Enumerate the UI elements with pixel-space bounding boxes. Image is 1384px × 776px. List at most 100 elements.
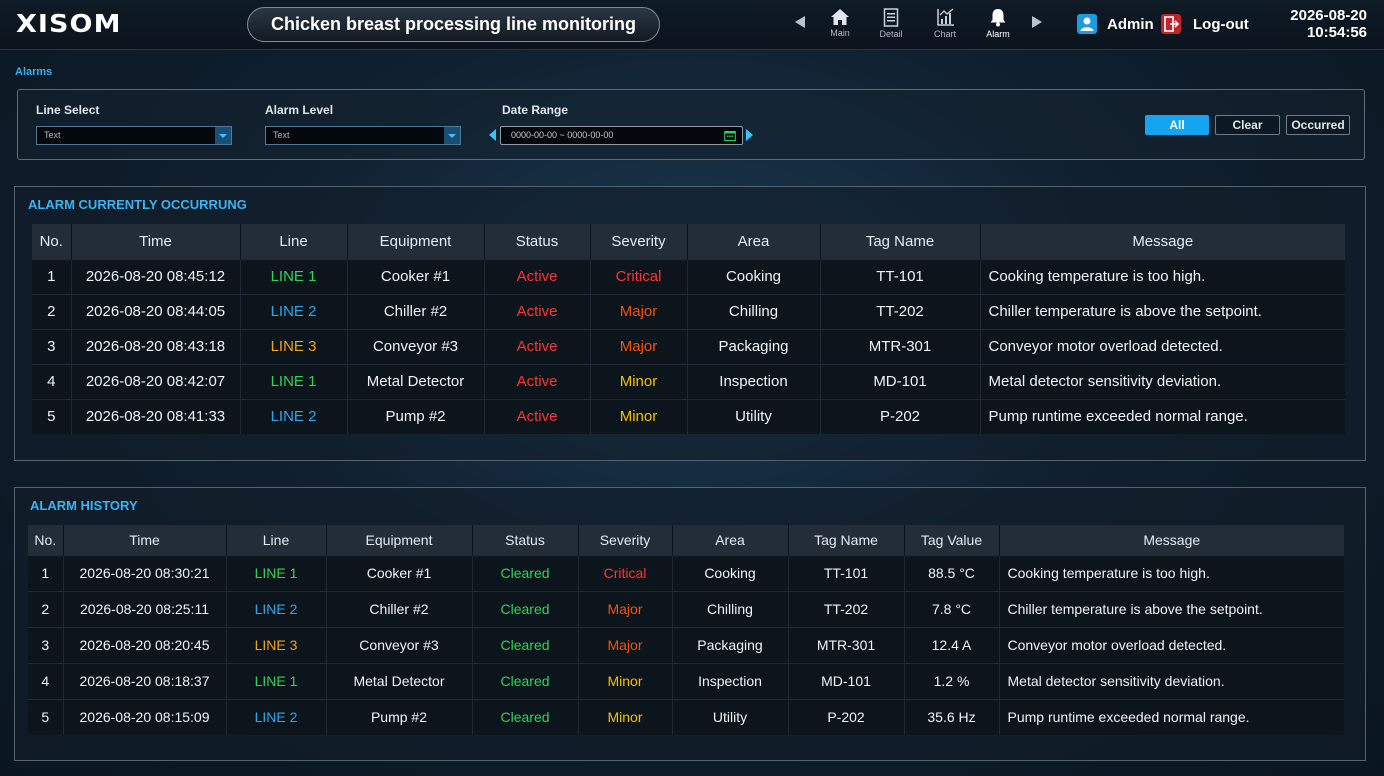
- nav-alarm[interactable]: Alarm: [976, 8, 1020, 44]
- user-name[interactable]: Admin: [1107, 16, 1154, 33]
- table-cell: 3: [32, 328, 72, 364]
- alarm-history-title: ALARM HISTORY: [30, 498, 138, 513]
- table-cell: Chiller #2: [347, 293, 485, 329]
- column-header[interactable]: No.: [28, 525, 64, 555]
- table-cell: 2026-08-20 08:42:07: [71, 363, 241, 399]
- table-row[interactable]: 2 2026-08-20 08:44:05 LINE 2 Chiller #2 Acti…: [32, 293, 1345, 329]
- filter-occurred-button[interactable]: Occurred: [1286, 115, 1350, 135]
- table-cell: 5: [32, 398, 72, 434]
- table-cell: Minor: [578, 698, 673, 735]
- table-cell: Inspection: [687, 363, 821, 399]
- table-cell: Active: [484, 293, 591, 329]
- nav-chart[interactable]: Chart: [923, 8, 967, 44]
- column-header[interactable]: Tag Name: [820, 224, 981, 259]
- logout-button[interactable]: Log-out: [1193, 16, 1249, 33]
- table-cell: 2026-08-20 08:20:45: [63, 626, 227, 663]
- column-header[interactable]: Equipment: [347, 224, 485, 259]
- table-row[interactable]: 3 2026-08-20 08:43:18 LINE 3 Conveyor #3 Act…: [32, 328, 1345, 364]
- table-cell: LINE 1: [240, 363, 348, 399]
- filter-all-button[interactable]: All: [1145, 115, 1209, 135]
- nav-main[interactable]: Main: [818, 8, 862, 44]
- nav-prev-arrow[interactable]: [795, 16, 805, 28]
- date-next-arrow[interactable]: [746, 129, 753, 141]
- column-header[interactable]: Severity: [590, 224, 688, 259]
- nav-detail[interactable]: Detail: [869, 8, 913, 44]
- table-cell: TT-202: [820, 293, 981, 329]
- column-header[interactable]: Status: [484, 224, 591, 259]
- table-row[interactable]: 2 2026-08-20 08:25:11 LINE 2 Chiller #2 Clea…: [28, 590, 1344, 627]
- column-header[interactable]: Area: [672, 525, 789, 555]
- user-icon: [1077, 14, 1097, 34]
- chevron-down-icon[interactable]: [444, 127, 460, 144]
- nav-next-arrow[interactable]: [1032, 16, 1042, 28]
- filter-clear-button[interactable]: Clear: [1215, 115, 1280, 135]
- table-cell: Pump #2: [326, 698, 473, 735]
- table-cell: 5: [28, 698, 64, 735]
- table-cell: 1.2 %: [904, 662, 1000, 699]
- column-header[interactable]: Time: [63, 525, 227, 555]
- bell-icon: [990, 9, 1006, 27]
- table-cell: Metal Detector: [347, 363, 485, 399]
- table-cell: Chiller temperature is above the setpoin…: [999, 590, 1344, 627]
- date-range-input[interactable]: 0000-00-00 ~ 0000-00-00: [500, 126, 743, 145]
- table-cell: Pump runtime exceeded normal range.: [980, 398, 1345, 434]
- table-row[interactable]: 5 2026-08-20 08:41:33 LINE 2 Pump #2 Active M…: [32, 398, 1345, 434]
- table-cell: Utility: [672, 698, 789, 735]
- alarm-level-select[interactable]: Text: [265, 126, 461, 145]
- table-cell: Major: [578, 590, 673, 627]
- table-cell: Active: [484, 258, 591, 294]
- alarm-level-label: Alarm Level: [265, 103, 334, 117]
- home-icon: [831, 9, 849, 25]
- column-header[interactable]: No.: [32, 224, 72, 259]
- column-header[interactable]: Line: [240, 224, 348, 259]
- table-cell: Cleared: [472, 698, 579, 735]
- table-row[interactable]: 4 2026-08-20 08:18:37 LINE 1 Metal Detector…: [28, 662, 1344, 699]
- table-row[interactable]: 1 2026-08-20 08:45:12 LINE 1 Cooker #1 Activ…: [32, 258, 1345, 294]
- table-cell: Chiller temperature is above the setpoin…: [980, 293, 1345, 329]
- column-header[interactable]: Severity: [578, 525, 673, 555]
- table-cell: Inspection: [672, 662, 789, 699]
- nav-detail-label: Detail: [879, 29, 903, 39]
- column-header[interactable]: Tag Value: [904, 525, 1000, 555]
- date-prev-arrow[interactable]: [489, 129, 496, 141]
- alarm-history-panel: ALARM HISTORY No. Time Line Equipment Status…: [14, 487, 1366, 761]
- table-cell: Critical: [578, 554, 673, 591]
- table-row[interactable]: 5 2026-08-20 08:15:09 LINE 2 Pump #2 Cleared…: [28, 698, 1344, 735]
- column-header[interactable]: Message: [999, 525, 1344, 555]
- table-cell: 2026-08-20 08:44:05: [71, 293, 241, 329]
- page-title: Chicken breast processing line monitorin…: [247, 7, 660, 42]
- table-cell: Cooking temperature is too high.: [999, 554, 1344, 591]
- column-header[interactable]: Tag Name: [788, 525, 905, 555]
- table-cell: Cleared: [472, 662, 579, 699]
- current-alarms-panel: ALARM CURRENTLY OCCURRUNG No. Time Line Equ…: [14, 186, 1366, 461]
- clock: 2026-08-20 10:54:56: [1290, 7, 1367, 41]
- column-header[interactable]: Message: [980, 224, 1345, 259]
- table-cell: Conveyor motor overload detected.: [999, 626, 1344, 663]
- table-cell: 1: [32, 258, 72, 294]
- chevron-down-icon[interactable]: [215, 127, 231, 144]
- table-cell: 2026-08-20 08:45:12: [71, 258, 241, 294]
- table-cell: Metal Detector: [326, 662, 473, 699]
- date-range-label: Date Range: [502, 103, 569, 117]
- nav-alarm-label: Alarm: [986, 29, 1010, 39]
- table-cell: Pump runtime exceeded normal range.: [999, 698, 1344, 735]
- table-cell: 2: [28, 590, 64, 627]
- column-header[interactable]: Equipment: [326, 525, 473, 555]
- table-cell: MTR-301: [820, 328, 981, 364]
- column-header[interactable]: Line: [226, 525, 327, 555]
- table-cell: LINE 2: [226, 698, 327, 735]
- column-header[interactable]: Status: [472, 525, 579, 555]
- calendar-icon[interactable]: [724, 130, 736, 141]
- table-row[interactable]: 1 2026-08-20 08:30:21 LINE 1 Cooker #1 Clear…: [28, 554, 1344, 591]
- column-header[interactable]: Time: [71, 224, 241, 259]
- line-select[interactable]: Text: [36, 126, 232, 145]
- table-row[interactable]: 4 2026-08-20 08:42:07 LINE 1 Metal Detector…: [32, 363, 1345, 399]
- table-cell: Chiller #2: [326, 590, 473, 627]
- logout-icon[interactable]: [1161, 14, 1181, 34]
- table-cell: Cleared: [472, 590, 579, 627]
- table-row[interactable]: 3 2026-08-20 08:20:45 LINE 3 Conveyor #3 Cle…: [28, 626, 1344, 663]
- table-cell: Cleared: [472, 554, 579, 591]
- chart-icon: [936, 8, 954, 26]
- column-header[interactable]: Area: [687, 224, 821, 259]
- table-cell: LINE 3: [240, 328, 348, 364]
